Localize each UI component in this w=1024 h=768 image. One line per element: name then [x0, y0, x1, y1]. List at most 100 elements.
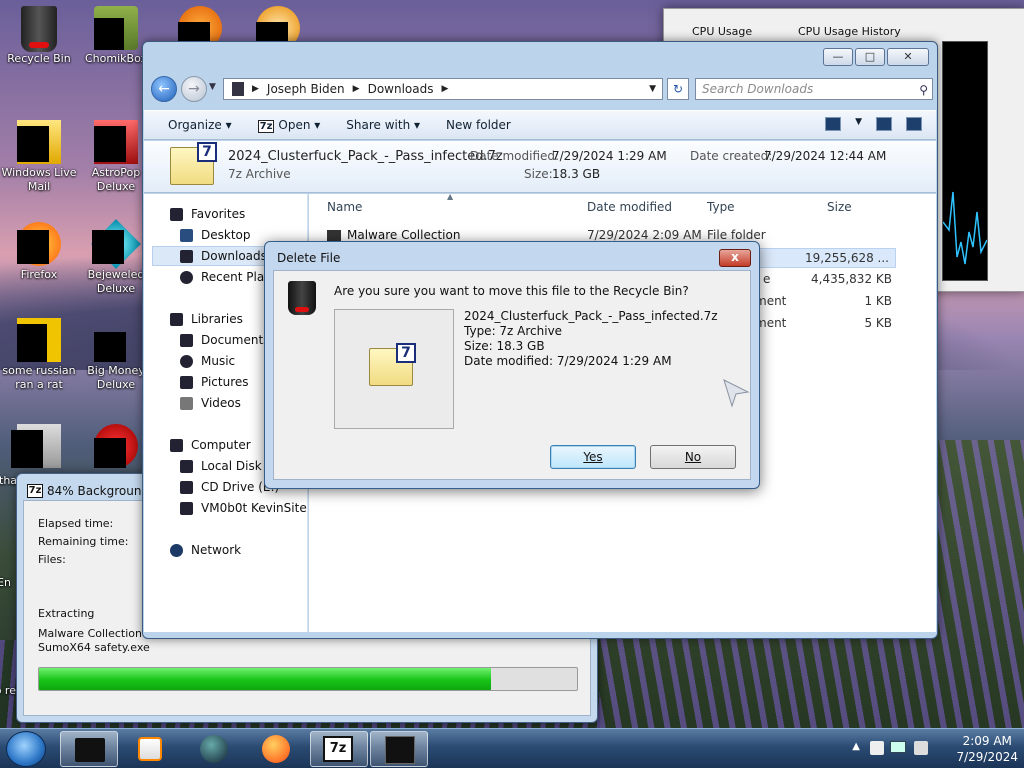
- close-button[interactable]: ✕: [887, 48, 929, 66]
- cd-drive-icon: [180, 480, 193, 494]
- column-header-name[interactable]: Name: [327, 200, 362, 214]
- current-path-line1: Malware Collection\: [38, 627, 146, 640]
- search-input[interactable]: Search Downloads ⚲: [695, 78, 933, 100]
- column-header-size[interactable]: Size: [827, 200, 852, 214]
- network-icon: [170, 543, 183, 557]
- column-header-date[interactable]: Date modified: [587, 200, 672, 214]
- nav-network-share[interactable]: VM0b0t KevinSite: [180, 501, 307, 515]
- view-dropdown-icon[interactable]: ▼: [855, 117, 862, 131]
- row-type: e: [763, 272, 771, 286]
- sort-arrow-icon: ▲: [447, 192, 454, 201]
- libraries-icon: [170, 312, 183, 326]
- taskbar-item-task-manager[interactable]: [370, 731, 428, 767]
- forward-button[interactable]: →: [181, 76, 207, 102]
- nav-desktop[interactable]: Desktop: [180, 228, 251, 242]
- tab-cpu-usage-history[interactable]: CPU Usage History: [798, 25, 901, 38]
- nav-computer[interactable]: Computer: [170, 438, 251, 452]
- details-date-created: 7/29/2024 12:44 AM: [764, 149, 887, 163]
- column-header-type[interactable]: Type: [707, 200, 735, 214]
- progress-bar: [38, 667, 578, 691]
- star-icon: [170, 207, 183, 221]
- current-path-line2: SumoX64 safety.exe: [38, 641, 150, 654]
- desktop-icon-russian-rat[interactable]: some russian ran a rat: [0, 318, 81, 392]
- recycle-bin-icon: [17, 6, 61, 52]
- start-button[interactable]: [6, 731, 46, 767]
- share-with-button[interactable]: Share with ▾: [346, 118, 420, 132]
- details-type: 7z Archive: [228, 167, 291, 181]
- game-icon: [94, 318, 138, 362]
- file-type: Type: 7z Archive: [464, 324, 563, 338]
- minimize-button[interactable]: —: [823, 48, 853, 66]
- computer-icon: [170, 438, 183, 452]
- document-icon: [17, 318, 61, 362]
- taskbar-item-media[interactable]: [124, 731, 182, 767]
- organize-button[interactable]: Organize ▾: [168, 118, 232, 132]
- recycle-bin-icon: [288, 281, 316, 315]
- row-size: 4,435,832 KB: [811, 272, 892, 286]
- refresh-button[interactable]: ↻: [667, 78, 689, 100]
- yes-button[interactable]: Yes: [550, 445, 636, 469]
- details-pane: 7 2024_Clusterfuck_Pack_-_Pass_infected.…: [144, 141, 936, 193]
- desktop-icon-label: En: [0, 576, 11, 589]
- row-name: Malware Collection: [347, 228, 461, 242]
- maximize-button[interactable]: □: [855, 48, 885, 66]
- desktop-icon-label: Bejeweled Deluxe: [87, 268, 145, 295]
- delete-file-dialog[interactable]: Delete File x Are you sure you want to m…: [264, 241, 760, 489]
- taskbar-item-firefox[interactable]: [248, 731, 306, 767]
- row-date: 7/29/2024 2:09 AM: [587, 228, 702, 242]
- tray-volume-icon[interactable]: [914, 741, 928, 755]
- breadcrumb-user[interactable]: Joseph Biden: [267, 82, 345, 96]
- taskbar-item-globe[interactable]: [186, 731, 244, 767]
- nav-pictures[interactable]: Pictures: [180, 375, 249, 389]
- nav-downloads[interactable]: Downloads: [180, 249, 267, 263]
- desktop-icon-firefox[interactable]: Firefox: [0, 222, 81, 282]
- nav-network[interactable]: Network: [170, 543, 241, 557]
- file-size: Size: 18.3 GB: [464, 339, 545, 353]
- tray-expand-icon[interactable]: ▲: [852, 741, 860, 752]
- desktop-icon-recycle-bin[interactable]: Recycle Bin: [0, 6, 81, 66]
- nav-music[interactable]: Music: [180, 354, 235, 368]
- address-dropdown-icon[interactable]: ▼: [649, 84, 656, 94]
- back-button[interactable]: ←: [151, 76, 177, 102]
- extracting-label: Extracting: [38, 607, 95, 620]
- taskbar-item-7zip[interactable]: 7z: [310, 731, 368, 767]
- tab-cpu-usage[interactable]: CPU Usage: [692, 25, 752, 38]
- cpu-history-line: [942, 191, 988, 265]
- dialog-close-button[interactable]: x: [719, 249, 751, 267]
- files-label: Files:: [38, 553, 66, 566]
- elapsed-label: Elapsed time:: [38, 517, 114, 530]
- tray-flag-icon[interactable]: [870, 741, 884, 755]
- pictures-icon: [180, 375, 193, 389]
- preview-pane-icon[interactable]: [876, 117, 892, 131]
- open-button[interactable]: 7z Open ▾: [257, 118, 320, 133]
- desktop-icon-partial-3[interactable]: tha: [0, 424, 81, 487]
- app-icon: [94, 424, 138, 468]
- music-icon: [180, 354, 193, 368]
- address-row: ← → ▼ ▶ Joseph Biden ▶ Downloads ▶ ▼ ↻ S…: [149, 74, 933, 104]
- nav-favorites[interactable]: Favorites: [170, 207, 245, 221]
- recycle-bin-icon: [75, 738, 105, 762]
- tray-network-icon[interactable]: [890, 741, 906, 753]
- nav-libraries[interactable]: Libraries: [170, 312, 243, 326]
- task-manager-icon: [385, 736, 415, 764]
- desktop-icon-windows-live-mail[interactable]: Windows Live Mail: [0, 120, 81, 194]
- system-clock[interactable]: 2:09 AM 7/29/2024: [956, 733, 1018, 765]
- archive-icon: 7: [369, 343, 416, 386]
- view-icon[interactable]: [825, 117, 842, 131]
- disk-icon: [180, 459, 193, 473]
- recent-pages-chevron-icon[interactable]: ▼: [209, 82, 216, 92]
- details-date-modified-label: Date modified:: [470, 149, 560, 163]
- window-controls: — □ ✕: [823, 48, 929, 66]
- breadcrumb-downloads[interactable]: Downloads: [368, 82, 434, 96]
- address-bar[interactable]: ▶ Joseph Biden ▶ Downloads ▶ ▼: [223, 78, 663, 100]
- nav-documents[interactable]: Documents: [180, 333, 269, 347]
- desktop-icon: [180, 228, 193, 242]
- taskbar-item-recycle-bin[interactable]: [60, 731, 118, 767]
- window-title: 84% Background: [47, 484, 150, 498]
- mail-icon: [17, 120, 61, 164]
- nav-videos[interactable]: Videos: [180, 396, 241, 410]
- new-folder-button[interactable]: New folder: [446, 118, 511, 132]
- no-button[interactable]: No: [650, 445, 736, 469]
- table-row-selected[interactable]: 19,255,628 ...: [757, 248, 896, 268]
- help-icon[interactable]: [906, 117, 922, 131]
